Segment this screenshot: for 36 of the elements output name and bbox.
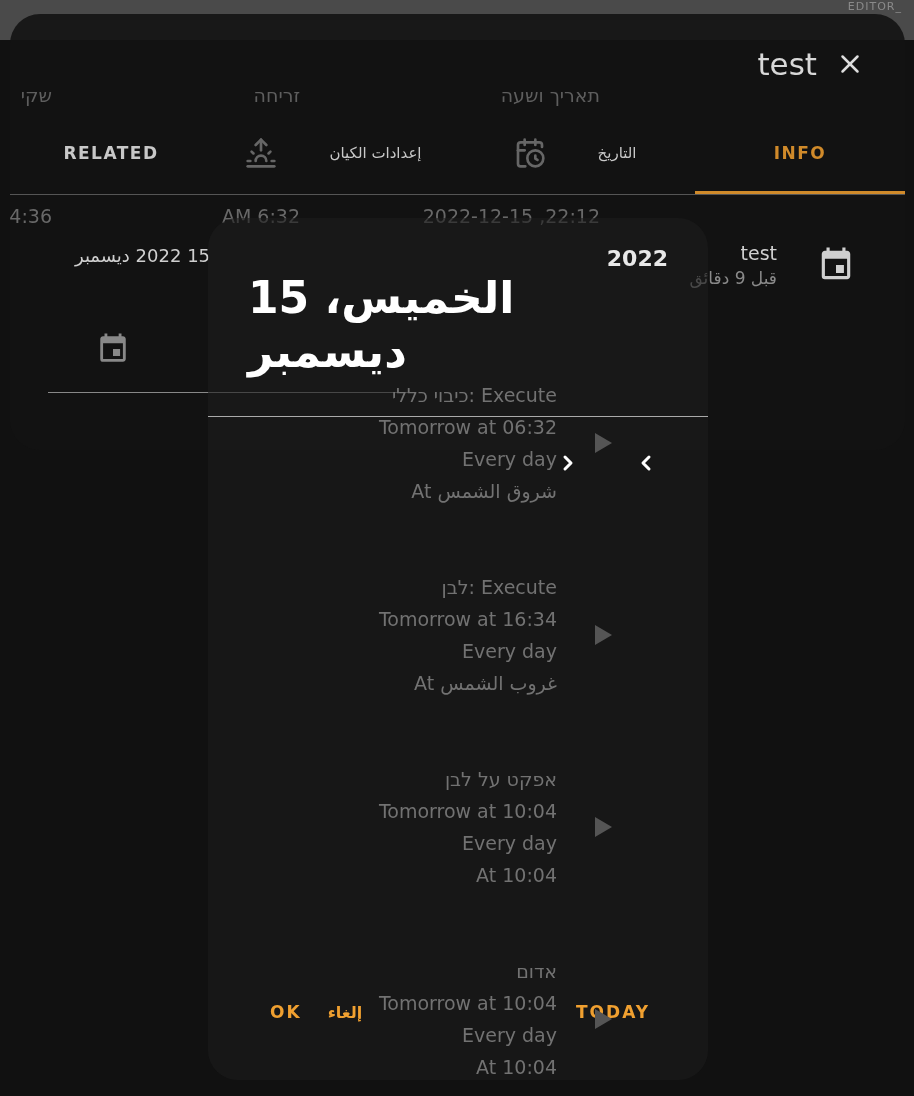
schedule-next-run: Tomorrow at 16:34: [378, 607, 557, 632]
tab[interactable]: RELATED: [10, 114, 212, 194]
schedule-title: כיבוי כללי: Execute: [391, 383, 557, 408]
entry-name: test: [740, 242, 777, 264]
editor-label: EDITOR_: [847, 0, 902, 13]
dialog-button[interactable]: إلغاء: [325, 998, 365, 1026]
table-cell-text: AM 6:32: [220, 205, 300, 227]
year-label[interactable]: 2022: [606, 246, 668, 271]
selected-date: الخميس، 15 ديسمبر: [248, 271, 516, 379]
table-cell-text: 4:36: [8, 205, 52, 227]
schedule-time: At 10:04: [476, 1055, 557, 1080]
dialog-button[interactable]: OK: [268, 998, 304, 1026]
schedule-next-run: Tomorrow at 06:32: [378, 415, 557, 440]
tab[interactable]: إعدادات الكيان: [212, 114, 455, 194]
schedule-title: אדום: [516, 959, 557, 984]
schedule-repeat: Every day: [462, 447, 557, 472]
sunrise-icon: [245, 136, 278, 169]
schedule-time: At 10:04: [476, 863, 557, 888]
entry-time: قبل 9 دقائق: [689, 268, 777, 288]
table-cell-text: 2022-12-15 ,22:12: [421, 205, 600, 227]
schedule-next-run: Tomorrow at 10:04: [378, 991, 557, 1016]
schedule-time: At شروق الشمس: [411, 479, 557, 505]
dialog-title: test: [757, 46, 817, 82]
column-header: תאריך ושעה: [499, 84, 600, 106]
schedule-title: אפקט על לבן: [444, 767, 557, 792]
tab[interactable]: التاريخ: [455, 114, 695, 194]
schedule-repeat: Every day: [462, 639, 557, 664]
schedule-title: לבן: Execute: [441, 575, 557, 600]
column-header: שקי: [19, 84, 52, 106]
schedule-next-run: Tomorrow at 10:04: [378, 799, 557, 824]
date-value: 15 2022 ديسمبر: [75, 245, 212, 266]
schedule-time: At غروب الشمس: [414, 671, 557, 697]
tab[interactable]: INFO: [695, 114, 905, 194]
schedule-repeat: Every day: [462, 831, 557, 856]
column-header: זריחה: [252, 84, 300, 106]
schedule-repeat: Every day: [462, 1023, 557, 1048]
